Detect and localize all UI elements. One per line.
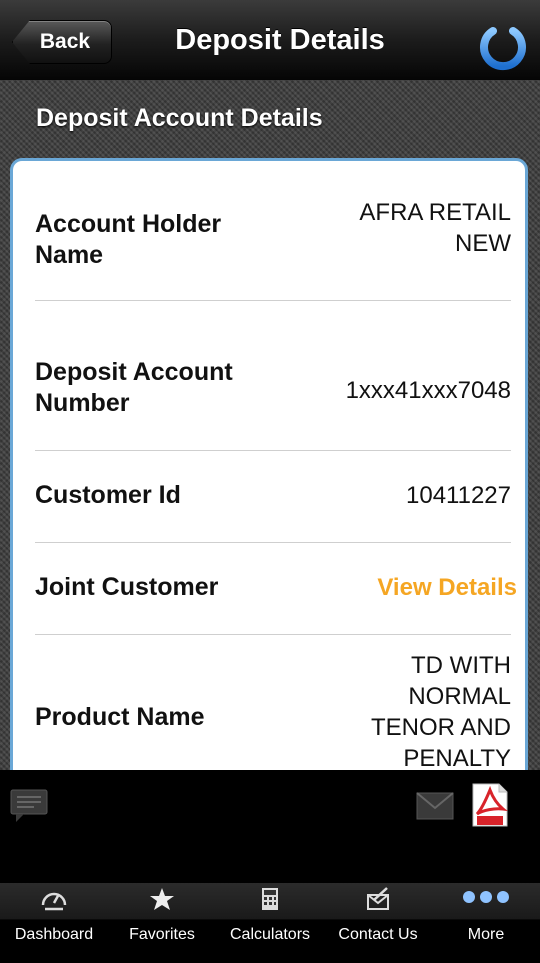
action-bar [0,770,540,883]
detail-row-product-name: Product Name TD WITH NORMAL TENOR AND PE… [35,634,511,770]
detail-row-account-holder: Account Holder Name AFRA RETAIL NEW [35,161,511,301]
tab-bar: Dashboard Favorites Calculators Contact … [0,883,540,963]
tab-dashboard[interactable]: Dashboard [0,883,108,963]
section-title: Deposit Account Details [36,104,323,132]
tab-label: Contact Us [338,926,418,943]
detail-value: TD WITH NORMAL TENOR AND PENALTY [370,652,511,770]
contact-icon [367,887,389,910]
detail-row-customer-id: Customer Id 10411227 [35,450,511,543]
detail-value: 1xxx41xxx7048 [345,377,511,404]
tab-calculators[interactable]: Calculators [216,883,324,963]
tab-label: Favorites [129,926,195,943]
detail-label: Account Holder Name [35,210,222,269]
tab-label: Calculators [229,926,311,943]
back-button[interactable]: Back [12,20,112,64]
detail-label: Joint Customer [35,573,219,601]
detail-value: AFRA RETAIL NEW [359,199,511,257]
details-card: Account Holder Name AFRA RETAIL NEW Depo… [10,158,528,770]
navigation-bar: Back Deposit Details [0,0,540,81]
star-icon [150,888,174,910]
detail-row-account-number: Deposit Account Number 1xxx41xxx7048 [35,300,511,451]
tab-favorites[interactable]: Favorites [108,883,216,963]
page-title: Deposit Details [175,24,385,56]
detail-row-joint-customer: Joint Customer View Details [35,542,517,635]
detail-value: 10411227 [406,482,511,509]
tab-label: Dashboard [14,926,94,943]
tab-more[interactable]: More [432,883,540,963]
calculator-icon [262,888,278,910]
detail-label: Deposit Account Number [35,358,233,417]
more-dots-icon [463,891,509,903]
logout-power-icon[interactable] [476,18,530,72]
tab-label: More [467,926,505,943]
detail-label: Customer Id [35,481,181,509]
mail-icon[interactable] [416,792,454,820]
pdf-icon[interactable] [471,782,509,828]
view-details-link[interactable]: View Details [307,572,517,603]
tab-contact-us[interactable]: Contact Us [324,883,432,963]
dashboard-icon [41,892,67,911]
detail-label: Product Name [35,703,205,731]
chat-icon[interactable] [10,789,48,823]
